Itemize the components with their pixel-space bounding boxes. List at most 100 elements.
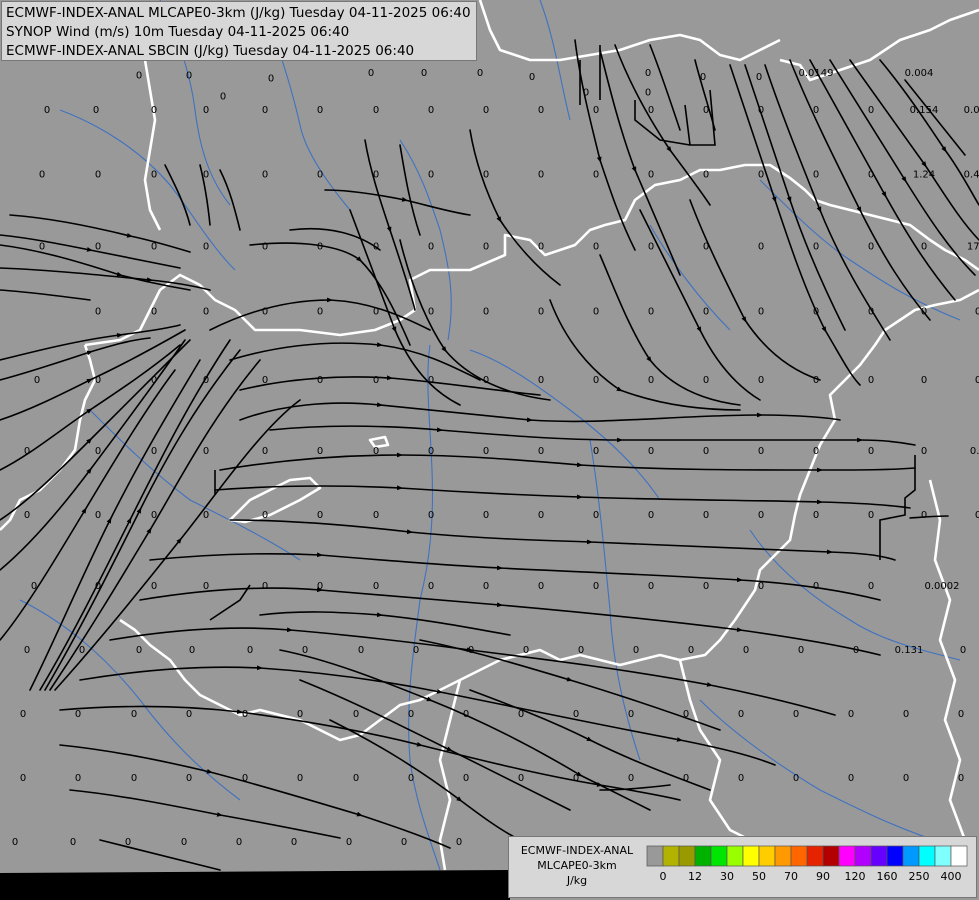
value-label: 0 bbox=[203, 581, 209, 592]
value-label: 0 bbox=[813, 306, 819, 317]
weather-map[interactable]: 0 0 0 0 0 0 0 0 0 0 0 0.0149 0.004 0 0 0 0 0 0 0 0 0 0 0 0 0 0 0 0 0 0… bbox=[0, 0, 979, 900]
value-label: 0 bbox=[95, 510, 101, 521]
value-label: 0 bbox=[523, 645, 529, 656]
value-label: 0 bbox=[297, 773, 303, 784]
value-label: 0 bbox=[683, 773, 689, 784]
value-label: 0 bbox=[317, 242, 323, 253]
value-label: 0 bbox=[125, 837, 131, 848]
legend-swatch bbox=[758, 845, 776, 867]
value-label: 0 bbox=[853, 645, 859, 656]
value-label: 0 bbox=[758, 105, 764, 116]
value-label: 0 bbox=[703, 510, 709, 521]
value-label: 0 bbox=[463, 773, 469, 784]
value-label: 0 bbox=[633, 645, 639, 656]
value-label: 0 bbox=[268, 74, 274, 85]
value-label: 0 bbox=[975, 510, 979, 521]
value-label: 0 bbox=[95, 581, 101, 592]
value-label: 0 bbox=[247, 645, 253, 656]
value-label: 0 bbox=[538, 510, 544, 521]
value-label: 0 bbox=[468, 645, 474, 656]
value-label: 0 bbox=[738, 709, 744, 720]
value-label: 0 bbox=[317, 510, 323, 521]
value-label: 0 bbox=[868, 375, 874, 386]
value-label: 0 bbox=[758, 306, 764, 317]
legend-tick-label: 50 bbox=[752, 870, 766, 883]
value-label: 0 bbox=[189, 645, 195, 656]
value-label: 0 bbox=[758, 446, 764, 457]
value-label: 0 bbox=[648, 375, 654, 386]
value-label: 0.131 bbox=[895, 645, 924, 656]
value-label: 0.005 bbox=[964, 105, 979, 116]
value-label: 0 bbox=[428, 306, 434, 317]
value-label: 0 bbox=[538, 306, 544, 317]
legend-swatch bbox=[806, 845, 824, 867]
legend-line-2: MLCAPE0-3km bbox=[537, 859, 617, 872]
value-label: 0 bbox=[463, 709, 469, 720]
value-label: 0 bbox=[529, 72, 535, 83]
value-label: 0 bbox=[151, 446, 157, 457]
legend-swatch bbox=[742, 845, 760, 867]
value-label: 0 bbox=[373, 242, 379, 253]
value-label: 0 bbox=[317, 581, 323, 592]
value-label: 0 bbox=[813, 170, 819, 181]
value-label: 0 bbox=[428, 510, 434, 521]
value-label: 0 bbox=[39, 242, 45, 253]
value-label: 0 bbox=[593, 170, 599, 181]
value-label: 0 bbox=[408, 773, 414, 784]
legend-swatch bbox=[678, 845, 696, 867]
value-label: 0 bbox=[317, 170, 323, 181]
value-label: 0 bbox=[186, 709, 192, 720]
value-label: 0 bbox=[518, 773, 524, 784]
value-label: 0 bbox=[44, 105, 50, 116]
title-line-1: ECMWF-INDEX-ANAL MLCAPE0-3km (J/kg) Tues… bbox=[6, 5, 471, 21]
value-label: 0 bbox=[758, 375, 764, 386]
legend-swatch bbox=[838, 845, 856, 867]
value-label: 0 bbox=[297, 709, 303, 720]
value-label: 0 bbox=[483, 510, 489, 521]
legend-swatch bbox=[902, 845, 920, 867]
value-label: 0 bbox=[593, 446, 599, 457]
value-label: 0 bbox=[868, 242, 874, 253]
value-label: 0 bbox=[703, 105, 709, 116]
value-label: 0 bbox=[75, 773, 81, 784]
value-label: 0 bbox=[483, 170, 489, 181]
value-label: 0 bbox=[648, 446, 654, 457]
value-label: 0 bbox=[262, 105, 268, 116]
value-label: 0 bbox=[538, 242, 544, 253]
value-label: 0 bbox=[688, 645, 694, 656]
value-label: 0 bbox=[573, 709, 579, 720]
value-label: 0 bbox=[756, 72, 762, 83]
value-label: 0 bbox=[242, 709, 248, 720]
value-label: 0 bbox=[593, 581, 599, 592]
value-label: 0 bbox=[428, 170, 434, 181]
legend-swatch bbox=[822, 845, 840, 867]
legend-swatch bbox=[726, 845, 744, 867]
value-label: 0 bbox=[373, 375, 379, 386]
value-label: 0 bbox=[368, 68, 374, 79]
value-label: 0 bbox=[12, 837, 18, 848]
value-label: 0 bbox=[317, 375, 323, 386]
value-label: 0 bbox=[648, 105, 654, 116]
value-label: 0 bbox=[353, 709, 359, 720]
value-label: 0 bbox=[628, 709, 634, 720]
value-label: 0 bbox=[95, 446, 101, 457]
value-label: 0 bbox=[868, 105, 874, 116]
legend-swatch bbox=[646, 845, 664, 867]
value-label: 0 bbox=[262, 581, 268, 592]
value-label: 0 bbox=[975, 306, 979, 317]
value-label: 0 bbox=[703, 170, 709, 181]
value-label: 0 bbox=[291, 837, 297, 848]
map-title-box: ECMWF-INDEX-ANAL MLCAPE0-3km (J/kg) Tues… bbox=[1, 1, 477, 61]
value-label: 0 bbox=[903, 773, 909, 784]
value-label: 0 bbox=[262, 170, 268, 181]
value-label: 0 bbox=[593, 242, 599, 253]
value-label: 0 bbox=[186, 773, 192, 784]
value-label: 0 bbox=[24, 510, 30, 521]
value-label: 0 bbox=[703, 375, 709, 386]
value-label: 0 bbox=[203, 170, 209, 181]
value-label: 0 bbox=[483, 306, 489, 317]
value-label: 0 bbox=[93, 105, 99, 116]
value-label: 0 bbox=[648, 581, 654, 592]
value-label: 1.24 bbox=[913, 170, 935, 181]
value-label: 0 bbox=[302, 645, 308, 656]
